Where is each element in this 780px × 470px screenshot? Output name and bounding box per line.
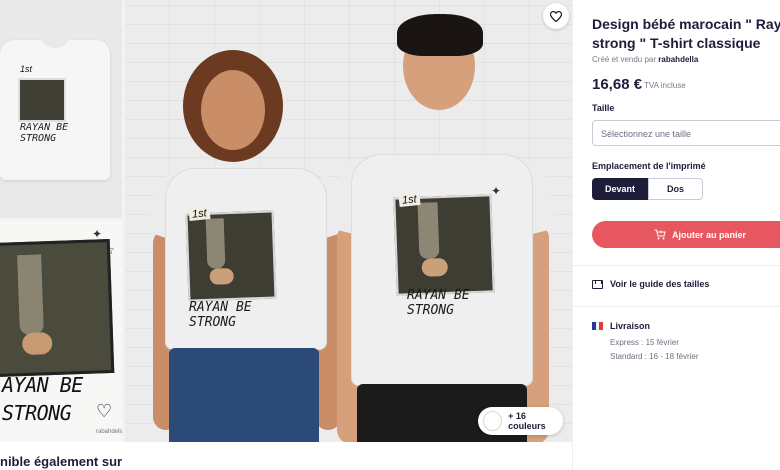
product-price: 16,68 € bbox=[592, 76, 643, 93]
add-to-cart-label: Ajouter au panier bbox=[672, 229, 747, 240]
tee-illustration: 1st RAYAN BE STRONG bbox=[0, 34, 110, 180]
thumbnail-flat-tee[interactable]: 1st RAYAN BE STRONG bbox=[0, 0, 122, 218]
design-text-line2: STRONG bbox=[2, 401, 72, 425]
thumb-print-artwork bbox=[18, 78, 66, 122]
print-location-back-button[interactable]: Dos bbox=[648, 178, 703, 200]
more-colors-label: + 16 couleurs bbox=[508, 411, 546, 431]
design-heart-icon: ♡ bbox=[96, 401, 113, 421]
seller-line: Créé et vendu par rabahdella bbox=[592, 55, 699, 64]
favorite-button[interactable] bbox=[543, 3, 569, 29]
product-title: Design bébé marocain " Rayan be strong "… bbox=[592, 16, 780, 51]
print-location-front-button[interactable]: Devant bbox=[592, 178, 648, 200]
tax-note: TVA incluse bbox=[644, 81, 686, 90]
print-badge: 1st bbox=[188, 206, 211, 222]
print-location-label: Emplacement de l'imprimé bbox=[592, 161, 706, 171]
thumb-print-text: RAYAN BE STRONG bbox=[20, 122, 69, 144]
size-guide-link[interactable]: Voir le guide des tailles bbox=[592, 279, 709, 289]
divider bbox=[573, 306, 780, 307]
thumbnail-design[interactable]: AYAN BE STRONG ♡ rabahdella ✦ ☆ bbox=[0, 221, 122, 442]
available-on-section: nible également sur bbox=[0, 444, 572, 470]
design-signature: rabahdella bbox=[96, 429, 122, 435]
heart-icon bbox=[550, 10, 562, 22]
size-guide-label: Voir le guide des tailles bbox=[610, 279, 710, 289]
color-swatch bbox=[483, 411, 503, 431]
shipping-standard: Standard : 16 - 18 février bbox=[610, 352, 699, 361]
star-icon: ✦ bbox=[92, 227, 103, 241]
add-to-cart-button[interactable]: Ajouter au panier bbox=[592, 221, 780, 248]
print-text: RAYAN BE STRONG bbox=[407, 288, 470, 318]
cart-icon bbox=[654, 229, 666, 240]
main-product-photo[interactable]: 1st RAYAN BE STRONG 1st ✦ RAYAN BE STRON… bbox=[125, 0, 572, 442]
thumb-print-badge: 1st bbox=[20, 64, 33, 74]
product-details-panel: Design bébé marocain " Rayan be strong "… bbox=[572, 0, 780, 470]
star-icon: ☆ bbox=[104, 243, 115, 257]
shipping-express: Express : 15 février bbox=[610, 338, 679, 347]
design-artwork bbox=[0, 238, 115, 378]
more-colors-button[interactable]: + 16 couleurs bbox=[478, 407, 563, 435]
size-label: Taille bbox=[592, 103, 615, 113]
design-text-line1: AYAN BE bbox=[2, 373, 83, 397]
shipping-heading: Livraison bbox=[592, 321, 650, 331]
seller-link[interactable]: rabahdella bbox=[658, 55, 698, 64]
size-select[interactable]: Sélectionnez une taille bbox=[592, 120, 780, 146]
star-icon: ✦ bbox=[491, 184, 502, 198]
product-gallery: 1st RAYAN BE STRONG AYAN BE STRONG ♡ rab… bbox=[0, 0, 572, 442]
france-flag-icon bbox=[592, 322, 604, 330]
available-on-heading: nible également sur bbox=[0, 454, 123, 469]
divider bbox=[573, 265, 780, 266]
print-text: RAYAN BE STRONG bbox=[189, 300, 252, 330]
ruler-icon bbox=[592, 279, 603, 289]
print-badge: 1st bbox=[398, 192, 421, 208]
